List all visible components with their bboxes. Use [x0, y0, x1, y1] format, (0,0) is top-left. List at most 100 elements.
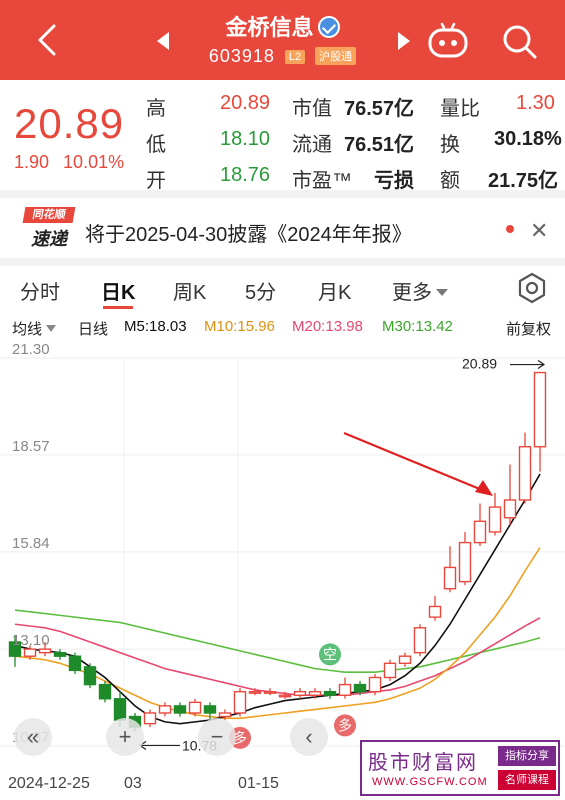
pe-label: 市盈™: [292, 170, 352, 192]
verified-icon: [317, 16, 340, 38]
amount-value: 21.75亿: [488, 170, 559, 192]
ma20-label: M20:13.98: [292, 318, 363, 335]
candle-body: [338, 683, 352, 696]
open-label: 开: [146, 170, 166, 192]
candle-body: [398, 655, 412, 664]
candle-body: [23, 648, 37, 657]
news-logo: 同花顺 速递: [22, 207, 76, 249]
candle-body: [323, 690, 337, 696]
level-tag: L2: [284, 50, 306, 64]
candle-body: [518, 446, 532, 501]
tab-more[interactable]: 更多: [392, 276, 448, 305]
candle-body: [113, 698, 127, 721]
robot-assistant-icon[interactable]: [425, 20, 471, 60]
candle-body: [278, 694, 292, 698]
candle-body: [38, 648, 52, 654]
section-divider: [0, 190, 565, 198]
y-tick-label: 13.10: [12, 632, 50, 649]
adjust-label[interactable]: 前复权: [506, 318, 551, 339]
change-percent: 10.01%: [63, 152, 125, 172]
candle-body: [458, 541, 472, 583]
turnover-value: 30.18%: [494, 128, 562, 150]
scroll-left-button[interactable]: ‹: [290, 718, 328, 756]
change-value: 1.90: [14, 152, 50, 172]
candle-body: [503, 499, 517, 519]
tab-monthly-k[interactable]: 月K: [318, 276, 351, 305]
candle-body: [173, 705, 187, 714]
candle-body: [248, 690, 262, 694]
ma10-label: M10:15.96: [204, 318, 275, 335]
date-label-start: 2024-12-25: [8, 775, 90, 792]
candle-body: [188, 701, 202, 714]
amount-label: 额: [440, 170, 460, 192]
watermark-badge-1: 指标分享: [498, 746, 556, 766]
y-tick-label: 15.84: [12, 535, 50, 552]
stock-code: 603918: [208, 46, 275, 66]
tab-weekly-k[interactable]: 周K: [173, 276, 206, 305]
next-stock-icon[interactable]: [398, 32, 410, 50]
search-icon[interactable]: [500, 22, 540, 62]
stock-name: 金桥信息: [225, 15, 314, 40]
high-label: 高: [146, 98, 166, 120]
connect-tag: 沪股通: [315, 47, 357, 65]
candle-body: [428, 605, 442, 618]
date-label-mid: 03: [124, 775, 142, 792]
candle-body: [218, 712, 232, 718]
tab-5min[interactable]: 5分: [245, 276, 276, 305]
float-cap-value: 76.51亿: [344, 134, 415, 156]
candle-body: [383, 662, 397, 679]
news-logo-top: 同花顺: [22, 207, 76, 223]
news-logo-bottom: 速递: [31, 229, 67, 249]
candle-body: [368, 676, 382, 693]
ma5-line: [14, 473, 541, 725]
period-label: 日线: [78, 321, 109, 338]
zoom-in-button[interactable]: +: [106, 718, 144, 756]
candle-body: [143, 712, 157, 725]
candle-body: [308, 690, 322, 696]
active-tab-indicator: [103, 306, 133, 309]
watermark-url: WWW.GSCFW.COM: [372, 776, 488, 788]
candle-body: [413, 627, 427, 654]
annotation-arrowhead: [475, 479, 493, 496]
volume-ratio-value: 1.30: [516, 92, 555, 114]
unread-dot-icon: [506, 225, 514, 233]
ma-legend: 均线 日线 M5:18.03 M10:15.96 M20:13.98 M30:1…: [0, 316, 565, 338]
settings-icon[interactable]: [516, 272, 548, 304]
candle-body: [98, 683, 112, 700]
candle-body: [488, 506, 502, 533]
market-cap-label: 市值: [292, 98, 332, 120]
candle-body: [263, 690, 277, 694]
annotation-arrow: [343, 431, 488, 494]
watermark-logo: 股市财富网 WWW.GSCFW.COM 指标分享 名师课程: [360, 740, 560, 796]
y-tick-label: 18.57: [12, 438, 50, 455]
indicator-selector[interactable]: 均线: [12, 318, 56, 339]
long-signal-marker: 多: [338, 717, 352, 733]
candle-body: [83, 666, 97, 686]
candle-body: [443, 566, 457, 590]
candle-body: [158, 705, 172, 714]
date-label-end: 01-15: [238, 775, 279, 792]
news-headline[interactable]: 将于2025-04-30披露《2024年年报》: [85, 218, 412, 247]
stock-code-row: 603918 L2 沪股通: [0, 46, 565, 67]
volume-ratio-label: 量比: [440, 98, 480, 120]
candle-body: [203, 705, 217, 714]
collapse-button[interactable]: «: [14, 718, 52, 756]
tab-daily-k[interactable]: 日K: [101, 276, 135, 305]
high-price-label: 20.89: [462, 356, 497, 372]
float-cap-label: 流通: [292, 134, 332, 156]
tab-intraday[interactable]: 分时: [20, 276, 60, 305]
candle-body: [473, 520, 487, 544]
turnover-label: 换: [440, 134, 460, 156]
candle-body: [293, 690, 307, 696]
current-price: 20.89: [14, 100, 125, 147]
kline-chart[interactable]: 21.3018.5715.8413.1010.37 20.8910.78空多多: [0, 338, 565, 800]
price-change: 1.90 10.01%: [14, 152, 124, 173]
ma5-label: M5:18.03: [124, 318, 187, 335]
stock-title: 金桥信息: [0, 10, 565, 42]
candle-body: [233, 690, 247, 714]
kline-svg[interactable]: 21.3018.5715.8413.1010.37 20.8910.78空多多: [0, 338, 565, 800]
open-value: 18.76: [220, 164, 271, 186]
close-icon[interactable]: ✕: [530, 218, 548, 244]
watermark-title: 股市财富网: [368, 752, 478, 774]
zoom-out-button[interactable]: −: [198, 718, 236, 756]
